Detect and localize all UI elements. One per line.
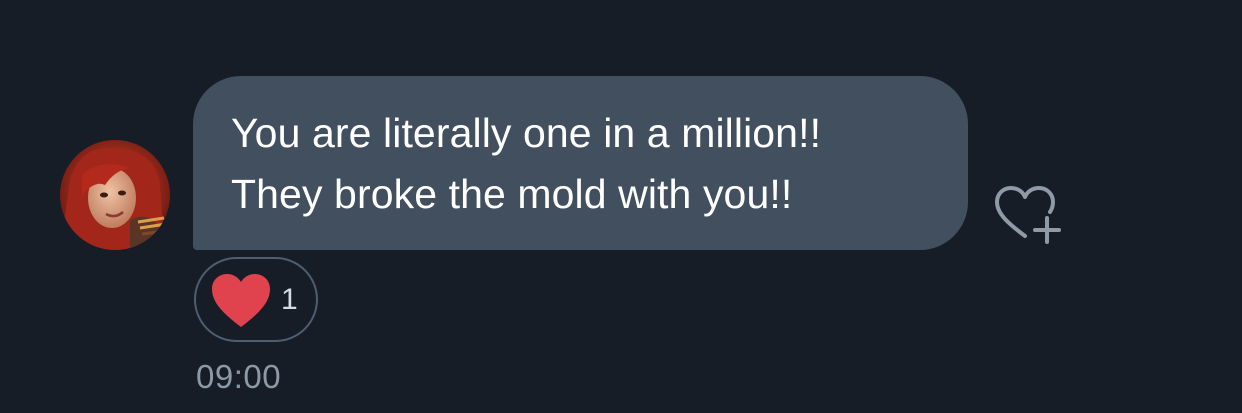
- message-timestamp: 09:00: [196, 358, 282, 395]
- message-line: You are literally one in a million!!: [231, 110, 822, 156]
- message-line: They broke the mold with you!!: [231, 171, 793, 217]
- add-reaction-button[interactable]: [993, 184, 1063, 246]
- avatar-image: [60, 140, 170, 250]
- heart-plus-icon: [995, 186, 1061, 244]
- reaction-count: 1: [281, 283, 298, 316]
- dm-conversation: You are literally one in a million!! The…: [0, 0, 1242, 413]
- avatar[interactable]: [60, 140, 170, 250]
- reaction-heart-pill[interactable]: 1: [194, 257, 318, 342]
- heart-icon: [212, 274, 270, 327]
- message-bubble[interactable]: You are literally one in a million!! The…: [193, 76, 968, 250]
